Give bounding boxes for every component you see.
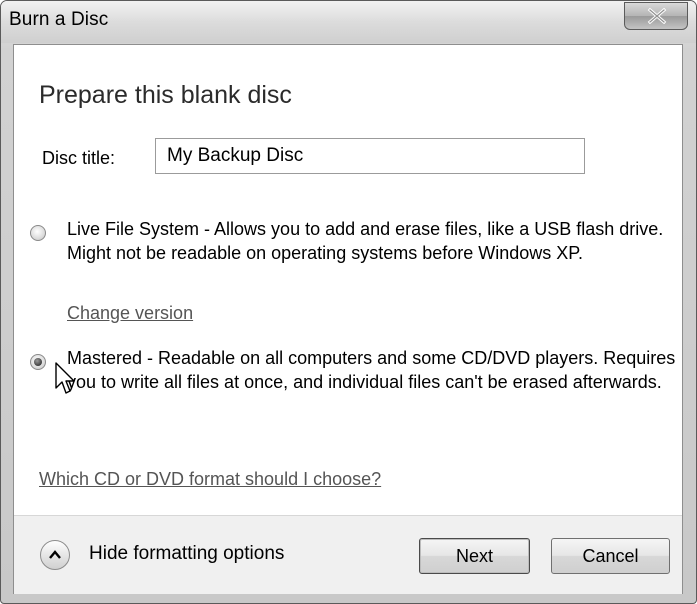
title-bar: Burn a Disc [1,1,696,43]
hide-formatting-options-label[interactable]: Hide formatting options [89,543,284,565]
hide-options-toggle-button[interactable] [40,540,70,570]
change-version-link[interactable]: Change version [67,303,193,324]
mastered-radio[interactable] [30,354,46,370]
dialog-content: Prepare this blank disc Disc title: Live… [13,44,683,594]
cancel-button[interactable]: Cancel [551,538,670,574]
window-title: Burn a Disc [9,9,109,30]
live-file-system-description: Live File System - Allows you to add and… [67,219,664,263]
format-help-link[interactable]: Which CD or DVD format should I choose? [39,469,381,490]
disc-title-input[interactable] [155,138,585,174]
chevron-up-icon [49,550,61,559]
disc-title-label: Disc title: [42,148,116,168]
burn-disc-window: Burn a Disc Prepare this blank disc Disc… [0,0,697,604]
live-file-system-radio[interactable] [30,225,46,241]
page-title: Prepare this blank disc [39,81,292,109]
close-button[interactable] [624,2,688,30]
dialog-footer: Hide formatting options Next Cancel [14,515,682,594]
mastered-description: Mastered - Readable on all computers and… [67,348,676,392]
next-button[interactable]: Next [419,538,530,574]
close-icon [647,8,667,24]
